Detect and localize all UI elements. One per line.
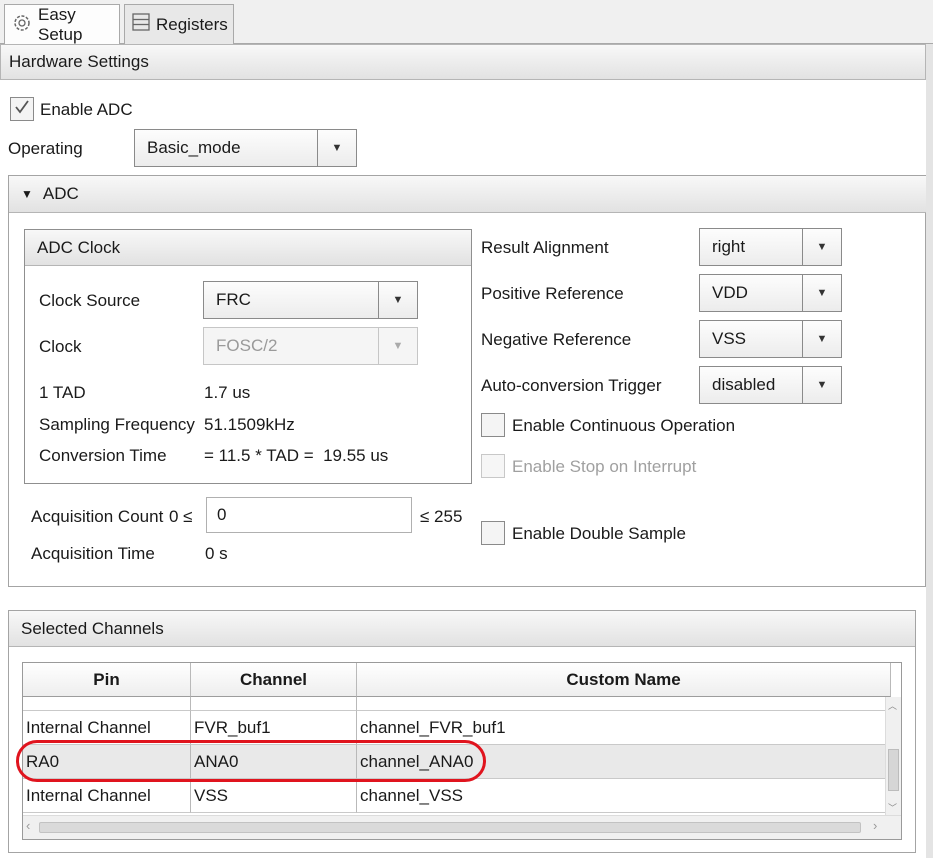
acquisition-count-label: Acquisition Count [31, 507, 164, 526]
auto-conversion-trigger-value: disabled [712, 375, 776, 394]
acquisition-count-max: ≤ 255 [420, 507, 463, 526]
chevron-down-icon[interactable]: ▼ [378, 282, 417, 318]
gear-icon [11, 12, 33, 39]
column-header-pin[interactable]: Pin [23, 663, 191, 697]
enable-double-sample-checkbox[interactable] [481, 521, 505, 545]
chevron-down-icon: ▼ [378, 328, 417, 364]
adc-section-title: ADC [42, 184, 79, 203]
adc-section-header[interactable]: ▼ ADC [9, 176, 926, 213]
chevron-down-icon[interactable]: ▼ [802, 367, 841, 403]
sampling-frequency-label: Sampling Frequency [39, 415, 195, 434]
negative-reference-dropdown[interactable]: VSS ▼ [699, 320, 842, 358]
operating-label: Operating [8, 139, 83, 158]
sampling-frequency-value: 51.1509kHz [204, 415, 295, 434]
horizontal-scrollbar[interactable]: ‹ › [23, 815, 901, 839]
hardware-settings-title: Hardware Settings [9, 52, 149, 71]
enable-continuous-checkbox[interactable] [481, 413, 505, 437]
negative-reference-label: Negative Reference [481, 330, 632, 349]
acquisition-count-input[interactable]: 0 [206, 497, 412, 533]
table-row-partial [191, 697, 357, 711]
tab-label: Easy Setup [38, 5, 83, 44]
result-alignment-dropdown[interactable]: right ▼ [699, 228, 842, 266]
tab-label: Registers [156, 14, 228, 34]
chevron-down-icon[interactable]: ▼ [802, 321, 841, 357]
table-row-partial [23, 697, 191, 711]
operating-value: Basic_mode [147, 138, 241, 157]
positive-reference-value: VDD [712, 283, 748, 302]
hardware-settings-header: Hardware Settings [0, 44, 926, 80]
clock-source-value: FRC [216, 290, 251, 309]
check-icon [13, 98, 31, 121]
scroll-right-icon[interactable]: › [873, 818, 877, 833]
collapse-triangle-icon: ▼ [21, 187, 33, 201]
scroll-down-icon[interactable]: ﹀ [888, 801, 897, 814]
clock-source-label: Clock Source [39, 291, 141, 310]
table-cell-pin[interactable]: Internal Channel [23, 779, 191, 813]
operating-dropdown[interactable]: Basic_mode ▼ [134, 129, 357, 167]
chevron-down-icon[interactable]: ▼ [317, 130, 356, 166]
enable-adc-checkbox[interactable] [10, 97, 34, 121]
window-scrollbar[interactable] [926, 44, 933, 858]
tad-label: 1 TAD [39, 383, 86, 402]
vertical-scrollbar[interactable]: ︿ ﹀ [885, 697, 901, 815]
scroll-left-icon[interactable]: ‹ [26, 818, 30, 833]
enable-double-sample-label: Enable Double Sample [512, 524, 686, 543]
acquisition-count-value: 0 [217, 505, 227, 524]
enable-continuous-label: Enable Continuous Operation [512, 416, 736, 435]
enable-stop-on-interrupt-checkbox [481, 454, 505, 478]
result-alignment-value: right [712, 237, 746, 256]
chevron-down-icon[interactable]: ▼ [802, 275, 841, 311]
tab-easy-setup[interactable]: Easy Setup [4, 4, 120, 45]
table-row-partial [357, 697, 887, 711]
conversion-time-label: Conversion Time [39, 446, 167, 465]
enable-stop-on-interrupt-label: Enable Stop on Interrupt [512, 457, 697, 476]
acquisition-time-label: Acquisition Time [31, 544, 155, 563]
column-header-custom-name[interactable]: Custom Name [357, 663, 891, 697]
tad-value: 1.7 us [204, 383, 251, 402]
chevron-down-icon[interactable]: ▼ [802, 229, 841, 265]
enable-adc-label: Enable ADC [40, 100, 133, 119]
column-header-channel[interactable]: Channel [191, 663, 357, 697]
selected-channels-header: Selected Channels [9, 611, 915, 647]
clock-label: Clock [39, 337, 82, 356]
acquisition-count-min: 0 ≤ [169, 507, 193, 526]
acquisition-time-value: 0 s [205, 544, 228, 563]
tab-registers[interactable]: Registers [124, 4, 234, 44]
adc-clock-title: ADC Clock [37, 237, 121, 257]
registers-icon [131, 12, 151, 37]
table-cell-custom-name[interactable]: channel_VSS [357, 779, 887, 813]
negative-reference-value: VSS [712, 329, 747, 348]
selected-channels-title: Selected Channels [21, 618, 164, 638]
vertical-scroll-thumb[interactable] [888, 749, 899, 791]
clock-value: FOSC/2 [216, 336, 278, 355]
scroll-up-icon[interactable]: ︿ [888, 699, 897, 712]
conversion-time-value: = 11.5 * TAD = 19.55 us [204, 446, 389, 465]
clock-dropdown: FOSC/2 ▼ [203, 327, 418, 365]
positive-reference-dropdown[interactable]: VDD ▼ [699, 274, 842, 312]
positive-reference-label: Positive Reference [481, 284, 624, 303]
auto-conversion-trigger-label: Auto-conversion Trigger [481, 376, 662, 395]
horizontal-scroll-thumb[interactable] [39, 822, 861, 833]
adc-clock-header: ADC Clock [25, 230, 471, 266]
result-alignment-label: Result Alignment [481, 238, 609, 257]
auto-conversion-trigger-dropdown[interactable]: disabled ▼ [699, 366, 842, 404]
highlight-outline [16, 740, 486, 782]
clock-source-dropdown[interactable]: FRC ▼ [203, 281, 418, 319]
table-cell-channel[interactable]: VSS [191, 779, 357, 813]
